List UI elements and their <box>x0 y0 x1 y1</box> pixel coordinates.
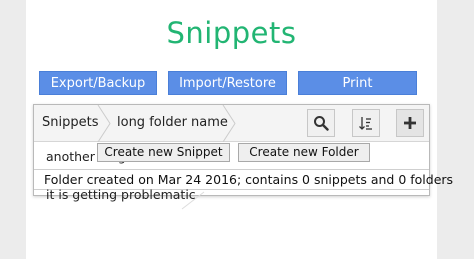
search-button[interactable] <box>307 109 335 137</box>
app-title: Snippets <box>166 16 297 50</box>
search-icon <box>314 116 329 131</box>
sort-button[interactable] <box>352 109 380 137</box>
list-item[interactable]: it is getting problematic <box>46 187 196 202</box>
folder-info-text: Folder created on Mar 24 2016; contains … <box>44 172 454 187</box>
right-margin <box>437 0 474 259</box>
breadcrumb-item-snippets[interactable]: Snippets <box>42 115 98 130</box>
breadcrumb-separator-icon <box>97 105 111 142</box>
add-button[interactable] <box>396 109 424 137</box>
plus-icon <box>404 117 416 129</box>
snippets-panel: Snippets long folder name another Create… <box>33 104 453 202</box>
import-restore-button[interactable]: Import/Restore <box>168 71 287 95</box>
breadcrumb-item-folder[interactable]: long folder name <box>117 115 228 130</box>
app-stage: Snippets Export/Backup Import/Restore Pr… <box>0 0 474 259</box>
breadcrumb-separator-icon <box>222 105 236 142</box>
left-margin <box>0 0 26 259</box>
create-snippet-button[interactable]: Create new Snippet <box>97 143 230 162</box>
print-button[interactable]: Print <box>298 71 417 95</box>
breadcrumb: Snippets long folder name <box>34 105 429 142</box>
drag-artifact-line <box>181 191 205 210</box>
create-folder-button[interactable]: Create new Folder <box>238 143 370 162</box>
sort-icon <box>359 117 372 130</box>
export-backup-button[interactable]: Export/Backup <box>39 71 157 95</box>
